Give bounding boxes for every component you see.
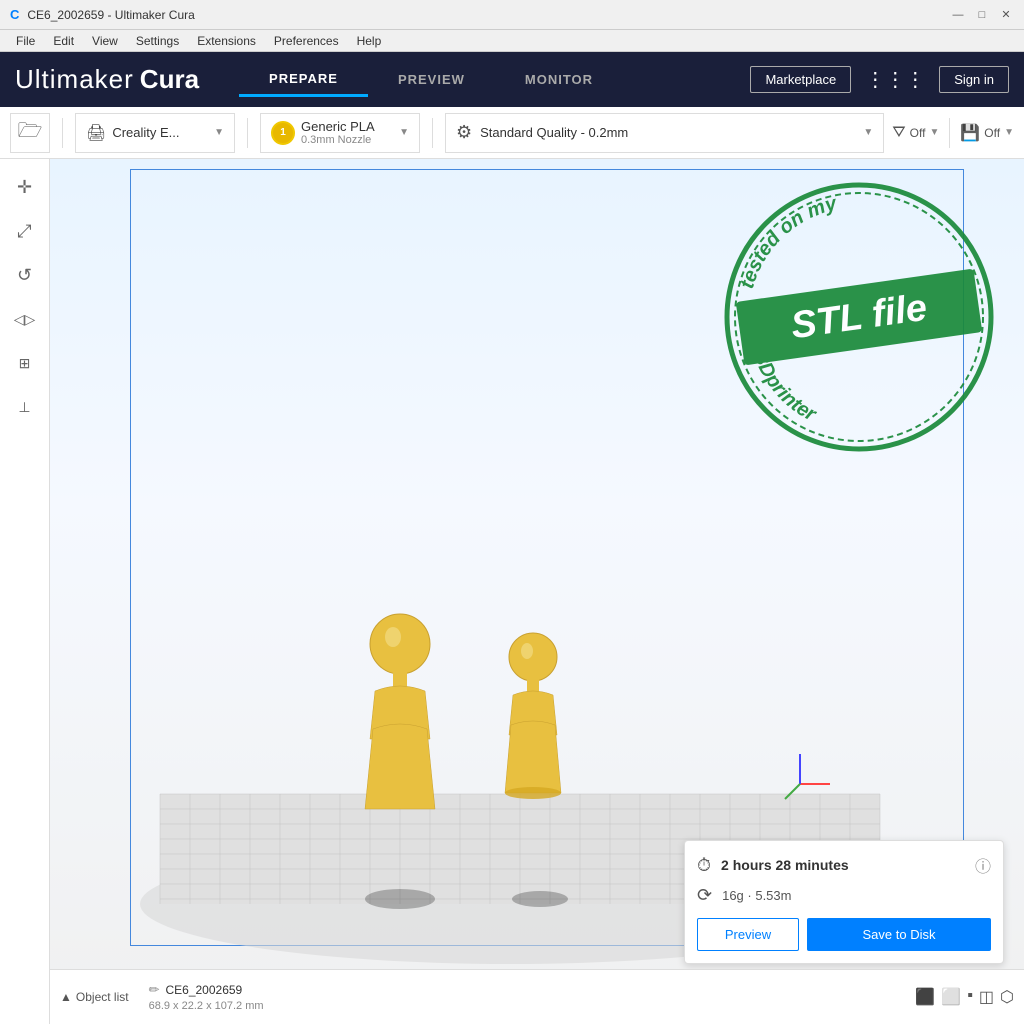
arrange-icon[interactable]: ⬡	[1000, 987, 1014, 1007]
object-name-row: ✏ CE6_2002659	[149, 982, 264, 998]
signin-button[interactable]: Sign in	[939, 66, 1009, 93]
toolbar-separator-1	[62, 118, 63, 148]
object-list-bar: ▲ Object list ✏ CE6_2002659 68.9 x 22.2 …	[50, 969, 1024, 1024]
material-name: Generic PLA	[301, 119, 375, 134]
window-title: CE6_2002659 - Ultimaker Cura	[27, 8, 194, 22]
edit-icon: ✏	[149, 982, 160, 998]
save-to-disk-button[interactable]: Save to Disk	[807, 918, 991, 951]
group-tool[interactable]: ⊞	[7, 345, 43, 381]
menu-settings[interactable]: Settings	[128, 32, 187, 50]
support-label: Off	[910, 126, 926, 140]
printer-select-text: Creality E...	[112, 125, 179, 140]
material-row: ⟳ 16g · 5.53m	[697, 885, 991, 906]
stamp-svg: tested on my 3Dprinter STL file	[719, 177, 999, 457]
close-button[interactable]: ✕	[998, 7, 1014, 23]
save-icon: 💾	[960, 123, 980, 143]
object-list-label: Object list	[76, 990, 129, 1004]
support-arrow: ▼	[929, 127, 939, 138]
material-indicator: 1	[271, 121, 295, 145]
main-area: ✛ ⤢ ↺ ◁▷ ⊞ ⊥	[0, 159, 1024, 1024]
material-usage-icon: ⟳	[697, 885, 712, 906]
settings-group: ⛛ Off ▼ 💾 Off ▼	[892, 118, 1014, 148]
adhesion-arrow: ▼	[1004, 127, 1014, 138]
toolbar-separator-2	[247, 118, 248, 148]
cube-solid-icon[interactable]: ▪	[967, 987, 973, 1007]
stamp-overlay: tested on my 3Dprinter STL file	[719, 177, 999, 457]
preview-button[interactable]: Preview	[697, 918, 799, 951]
toolbar-separator-3	[432, 118, 433, 148]
logo-ultimaker: Ultimaker	[15, 64, 134, 95]
material-usage: 16g · 5.53m	[722, 888, 791, 903]
menu-bar: File Edit View Settings Extensions Prefe…	[0, 30, 1024, 52]
logo-cura: Cura	[140, 64, 199, 95]
print-info-panel: ⏱ 2 hours 28 minutes ⓘ ⟳ 16g · 5.53m Pre…	[684, 840, 1004, 964]
back-wall	[130, 169, 964, 170]
time-row: ⏱ 2 hours 28 minutes ⓘ	[697, 853, 991, 877]
tab-preview[interactable]: PREVIEW	[368, 63, 495, 97]
scale-tool[interactable]: ⤢	[7, 213, 43, 249]
menu-file[interactable]: File	[8, 32, 43, 50]
quality-icon: ⚙	[456, 122, 472, 143]
title-bar: C CE6_2002659 - Ultimaker Cura — □ ✕	[0, 0, 1024, 30]
apps-grid-icon[interactable]: ⋮⋮⋮	[861, 63, 929, 96]
title-bar-left: C CE6_2002659 - Ultimaker Cura	[10, 7, 195, 22]
adhesion-setting[interactable]: 💾 Off ▼	[960, 123, 1014, 143]
cube-icon[interactable]: ⬛	[915, 987, 935, 1007]
action-buttons: Preview Save to Disk	[697, 918, 991, 951]
menu-help[interactable]: Help	[349, 32, 390, 50]
printer-selector[interactable]: 🖨 Creality E... ▼	[75, 113, 235, 153]
adhesion-label: Off	[984, 126, 1000, 140]
app-logo: Ultimaker Cura	[15, 64, 199, 95]
object-list-toggle[interactable]: ▲ Object list	[60, 990, 129, 1004]
viewport: tested on my 3Dprinter STL file ⏱ 2 hour…	[50, 159, 1024, 1024]
menu-extensions[interactable]: Extensions	[189, 32, 264, 50]
chevron-up-icon: ▲	[60, 990, 72, 1004]
support-icon: ⛛	[892, 124, 905, 142]
quality-selector[interactable]: ⚙ Standard Quality - 0.2mm ▼	[445, 113, 884, 153]
open-folder-button[interactable]: 🗁	[10, 113, 50, 153]
menu-preferences[interactable]: Preferences	[266, 32, 347, 50]
minimize-button[interactable]: —	[950, 7, 966, 23]
app-header: Ultimaker Cura PREPARE PREVIEW MONITOR M…	[0, 52, 1024, 107]
quality-label: Standard Quality - 0.2mm	[480, 125, 628, 140]
object-name: CE6_2002659	[165, 983, 242, 997]
info-detail-button[interactable]: ⓘ	[975, 853, 991, 877]
object-dimensions: 68.9 x 22.2 x 107.2 mm	[149, 1000, 264, 1012]
left-toolbar: ✛ ⤢ ↺ ◁▷ ⊞ ⊥	[0, 159, 50, 1024]
marketplace-button[interactable]: Marketplace	[750, 66, 851, 93]
support-setting[interactable]: ⛛ Off ▼	[892, 124, 939, 142]
move-tool[interactable]: ✛	[7, 169, 43, 205]
object-info: ✏ CE6_2002659 68.9 x 22.2 x 107.2 mm	[149, 982, 264, 1012]
header-right: Marketplace ⋮⋮⋮ Sign in	[750, 63, 1009, 96]
quality-dropdown-arrow: ▼	[863, 127, 873, 138]
object-action-icons: ⬛ ⬜ ▪ ◫ ⬡	[915, 987, 1014, 1007]
menu-view[interactable]: View	[84, 32, 126, 50]
duplicate-icon[interactable]: ◫	[979, 987, 994, 1007]
cube-alt-icon[interactable]: ⬜	[941, 987, 961, 1007]
material-select-text: Generic PLA 0.3mm Nozzle	[301, 119, 375, 146]
nozzle-size: 0.3mm Nozzle	[301, 134, 375, 146]
toolbar: 🗁 🖨 Creality E... ▼ 1 Generic PLA 0.3mm …	[0, 107, 1024, 159]
title-bar-controls: — □ ✕	[950, 7, 1014, 23]
print-time: 2 hours 28 minutes	[721, 857, 965, 873]
printer-dropdown-arrow: ▼	[214, 127, 224, 138]
support-tool[interactable]: ⊥	[7, 389, 43, 425]
mirror-tool[interactable]: ◁▷	[7, 301, 43, 337]
material-dropdown-arrow: ▼	[399, 127, 409, 138]
tab-monitor[interactable]: MONITOR	[495, 63, 623, 97]
app-icon: C	[10, 7, 19, 22]
rotate-tool[interactable]: ↺	[7, 257, 43, 293]
toolbar-separator-4	[949, 118, 950, 148]
printer-name: Creality E...	[112, 125, 179, 140]
maximize-button[interactable]: □	[974, 7, 990, 23]
nav-tabs: PREPARE PREVIEW MONITOR	[239, 63, 623, 97]
menu-edit[interactable]: Edit	[45, 32, 82, 50]
time-icon: ⏱	[697, 855, 711, 876]
tab-prepare[interactable]: PREPARE	[239, 63, 368, 97]
material-selector[interactable]: 1 Generic PLA 0.3mm Nozzle ▼	[260, 113, 420, 153]
